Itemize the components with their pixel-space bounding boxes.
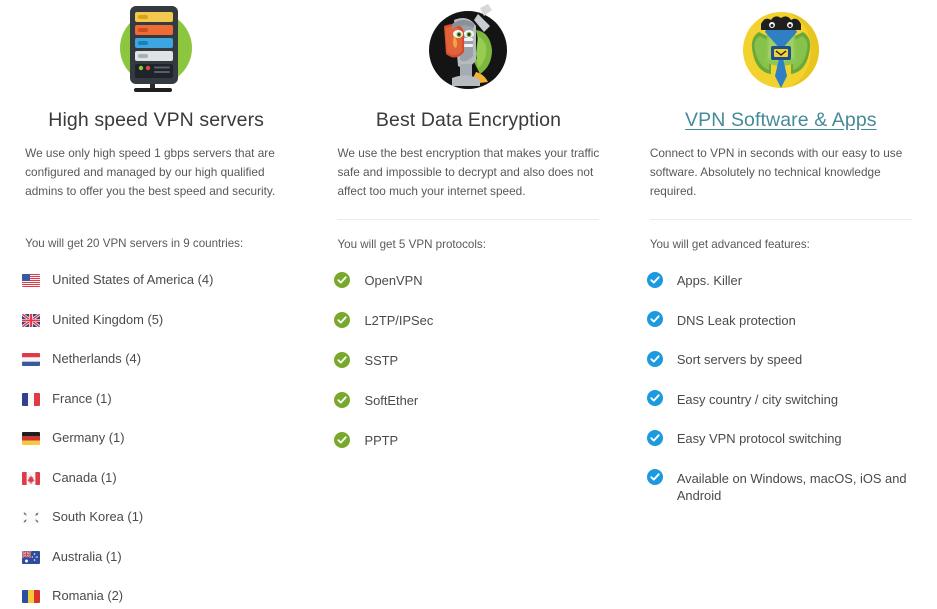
flag-netherlands-icon [22, 352, 41, 367]
list-item: Sort servers by speed [646, 350, 915, 368]
list-item: Germany (1) [22, 429, 290, 446]
list-item-label: OpenVPN [364, 273, 423, 289]
list-item: SoftEther [334, 391, 602, 409]
green-check-icon [334, 351, 351, 368]
list-item: Easy country / city switching [646, 390, 915, 408]
list-item: United Kingdom (5) [22, 311, 290, 328]
list-item: Available on Windows, macOS, iOS and And… [646, 469, 915, 504]
feature-column-data-encryption: Best Data Encryption We use the best enc… [312, 0, 624, 609]
green-check-icon [334, 271, 351, 288]
protocol-list: OpenVPN L2TP/IPSec SSTP SoftEther PPTP [334, 271, 602, 472]
list-item: PPTP [334, 431, 602, 449]
card-description: We use only high speed 1 gbps servers th… [25, 146, 276, 199]
feature-columns: High speed VPN servers We use only high … [0, 0, 937, 609]
list-item-label: L2TP/IPSec [364, 313, 434, 329]
flag-canada-icon [22, 471, 41, 486]
list-item-label: South Korea (1) [52, 509, 144, 525]
card-title: High speed VPN servers [48, 109, 265, 131]
card-description: We use the best encryption that makes yo… [337, 146, 600, 199]
flag-france-icon [22, 392, 41, 407]
card-title: Best Data Encryption [375, 109, 562, 131]
list-item: L2TP/IPSec [334, 311, 602, 329]
list-item: Netherlands (4) [22, 350, 290, 367]
knight-encryption-illustration [418, 2, 518, 102]
blue-check-icon [646, 429, 664, 446]
superhero-software-illustration [731, 2, 831, 102]
list-item-label: Romania (2) [52, 588, 124, 604]
flag-romania-icon [22, 589, 41, 604]
flag-united-kingdom-icon [22, 313, 41, 328]
list-item: Easy VPN protocol switching [646, 429, 915, 447]
list-item-label: Apps. Killer [676, 273, 743, 289]
card-description: Connect to VPN in seconds with our easy … [649, 146, 903, 199]
flag-australia-icon [22, 550, 41, 565]
server-rack-illustration [106, 2, 206, 102]
list-item-label: Easy VPN protocol switching [676, 431, 842, 447]
list-item: DNS Leak protection [646, 311, 915, 329]
list-item: Romania (2) [22, 587, 290, 604]
list-intro: You will get 20 VPN servers in 9 countri… [25, 237, 244, 251]
country-list: United States of America (4) United King… [22, 271, 290, 609]
list-item: Australia (1) [22, 548, 290, 565]
list-item: United States of America (4) [22, 271, 290, 288]
list-intro: You will get advanced features: [649, 238, 810, 252]
list-item-label: PPTP [364, 433, 399, 449]
card-title-link[interactable]: VPN Software & Apps [685, 108, 877, 133]
list-item-label: Sort servers by speed [676, 352, 803, 368]
section-divider [649, 219, 912, 221]
green-check-icon [334, 431, 351, 448]
flag-united-states-icon [22, 273, 41, 288]
list-item: Canada (1) [22, 469, 290, 486]
flag-germany-icon [22, 431, 41, 446]
list-intro: You will get 5 VPN protocols: [337, 238, 486, 252]
list-item-label: United Kingdom (5) [52, 311, 164, 327]
list-item: South Korea (1) [22, 508, 290, 525]
blue-check-icon [646, 311, 664, 328]
list-item: SSTP [334, 351, 602, 369]
section-divider [337, 219, 600, 221]
list-item-label: Germany (1) [52, 430, 125, 446]
list-item-label: Netherlands (4) [52, 351, 141, 367]
list-item-label: Australia (1) [52, 548, 122, 564]
feature-column-vpn-software: VPN Software & Apps Connect to VPN in se… [625, 0, 937, 609]
list-item-label: DNS Leak protection [676, 312, 796, 328]
list-item-label: Available on Windows, macOS, iOS and And… [676, 470, 907, 503]
list-item-label: United States of America (4) [52, 272, 214, 288]
blue-check-icon [646, 350, 664, 367]
list-item: Apps. Killer [646, 271, 915, 289]
green-check-icon [334, 311, 351, 328]
blue-check-icon [646, 469, 664, 486]
list-item-label: Canada (1) [52, 469, 117, 485]
list-item-label: France (1) [52, 390, 112, 406]
feature-column-vpn-servers: High speed VPN servers We use only high … [0, 0, 312, 609]
list-item-label: Easy country / city switching [676, 391, 839, 407]
list-item: OpenVPN [334, 271, 602, 289]
list-item-label: SoftEther [364, 393, 419, 409]
list-item: France (1) [22, 390, 290, 407]
features-list: Apps. Killer DNS Leak protection Sort se… [646, 271, 915, 526]
flag-south-korea-icon [22, 510, 41, 525]
blue-check-icon [646, 271, 664, 288]
blue-check-icon [646, 390, 664, 407]
green-check-icon [334, 391, 351, 408]
list-item-label: SSTP [364, 353, 399, 369]
